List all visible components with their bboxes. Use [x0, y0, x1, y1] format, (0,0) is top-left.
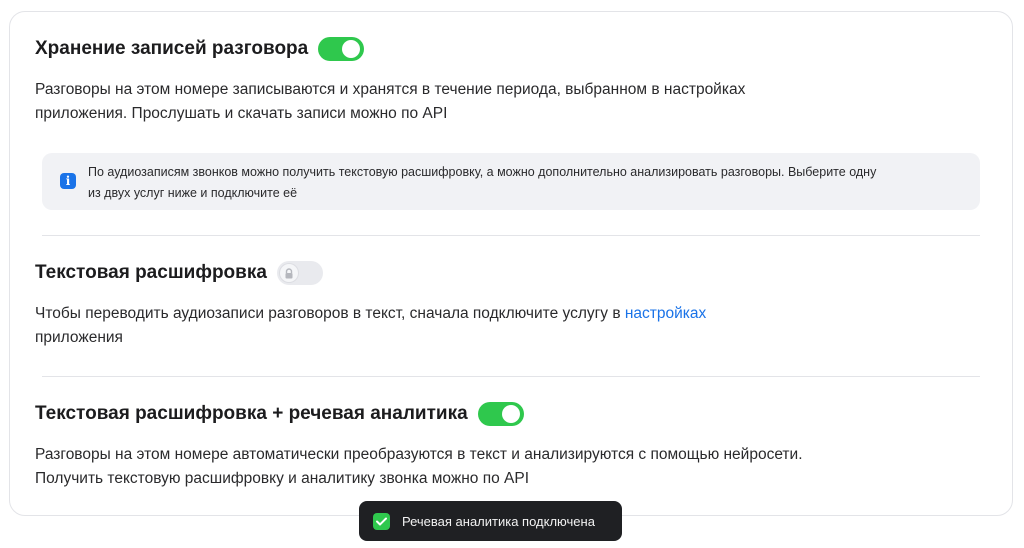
analytics-toggle[interactable]	[477, 402, 524, 426]
analytics-description: Разговоры на этом номере автоматически п…	[35, 443, 895, 491]
toggle-knob	[501, 405, 520, 423]
lock-icon	[285, 267, 293, 278]
recording-description: Разговоры на этом номере записываются и …	[35, 78, 895, 126]
recording-toggle[interactable]	[318, 37, 365, 61]
recording-desc-line2: приложения. Прослушать и скачать записи …	[35, 105, 448, 122]
toast-message: Речевая аналитика подключена	[402, 513, 595, 529]
transcription-toggle-disabled[interactable]	[276, 261, 323, 285]
transcription-desc-line1: Чтобы переводить аудиозаписи разговоров …	[35, 302, 895, 326]
settings-card: Хранение записей разговора Разговоры на …	[9, 11, 1013, 516]
transcription-desc-text: Чтобы переводить аудиозаписи разговоров …	[35, 305, 625, 322]
recording-title: Хранение записей разговора	[35, 38, 309, 59]
transcription-desc-line2: приложения	[35, 329, 123, 346]
analytics-desc-line1: Разговоры на этом номере автоматически п…	[35, 446, 803, 463]
recording-section-header: Хранение записей разговора	[35, 37, 365, 61]
toggle-knob	[342, 40, 361, 58]
analytics-title: Текстовая расшифровка + речевая аналитик…	[35, 403, 468, 424]
settings-link[interactable]: настройках	[625, 305, 706, 322]
check-icon	[373, 512, 390, 530]
info-banner: i По аудиозаписям звонков можно получить…	[42, 153, 980, 210]
info-text-line2: из двух услуг ниже и подключите её	[88, 186, 298, 200]
transcription-section-header: Текстовая расшифровка	[35, 261, 323, 285]
transcription-description: Чтобы переводить аудиозаписи разговоров …	[35, 302, 895, 350]
toggle-knob	[279, 264, 298, 282]
divider	[42, 235, 980, 236]
analytics-desc-line2: Получить текстовую расшифровку и аналити…	[35, 470, 530, 487]
info-icon: i	[60, 173, 76, 189]
analytics-section-header: Текстовая расшифровка + речевая аналитик…	[35, 402, 524, 426]
toast-notification: Речевая аналитика подключена	[359, 501, 622, 541]
recording-desc-line1: Разговоры на этом номере записываются и …	[35, 81, 746, 98]
divider	[42, 376, 980, 377]
info-text-line1: По аудиозаписям звонков можно получить т…	[88, 165, 877, 179]
transcription-title: Текстовая расшифровка	[35, 262, 267, 283]
